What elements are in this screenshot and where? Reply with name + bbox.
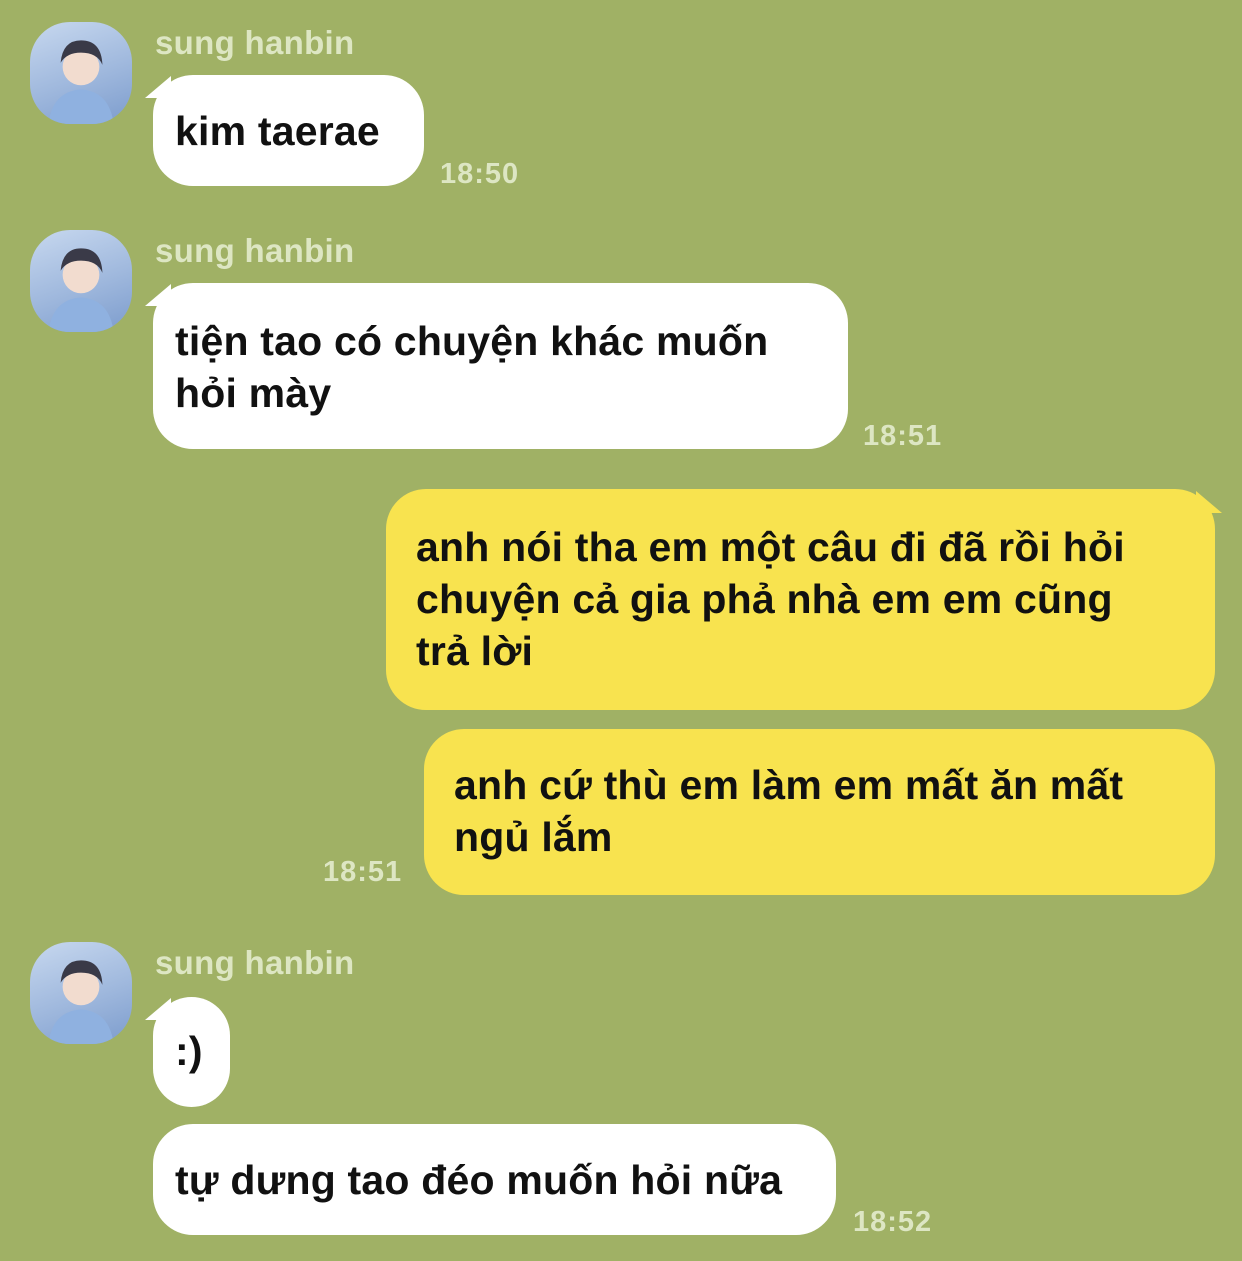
sender-name: sung hanbin [155,944,355,981]
sender-name: sung hanbin [155,24,355,61]
message-bubble-incoming[interactable]: :) [153,997,230,1107]
message-bubble-outgoing[interactable]: anh nói tha em một câu đi đã rồi hỏi chu… [386,489,1215,710]
sender-avatar[interactable] [30,230,132,332]
message-bubble-outgoing[interactable]: anh cứ thù em làm em mất ăn mất ngủ lắm [424,729,1215,895]
message-bubble-incoming[interactable]: kim taerae [153,75,424,186]
avatar-photo-icon [48,40,114,124]
message-timestamp: 18:51 [323,856,403,888]
sender-avatar[interactable] [30,22,132,124]
message-bubble-incoming[interactable]: tự dưng tao đéo muốn hỏi nữa [153,1124,836,1235]
avatar-photo-icon [48,960,114,1044]
message-timestamp: 18:50 [440,158,520,190]
message-timestamp: 18:52 [853,1206,933,1238]
sender-name: sung hanbin [155,232,355,269]
sender-avatar[interactable] [30,942,132,1044]
avatar-photo-icon [48,248,114,332]
message-bubble-incoming[interactable]: tiện tao có chuyện khác muốn hỏi mày [153,283,848,449]
message-timestamp: 18:51 [863,420,943,452]
